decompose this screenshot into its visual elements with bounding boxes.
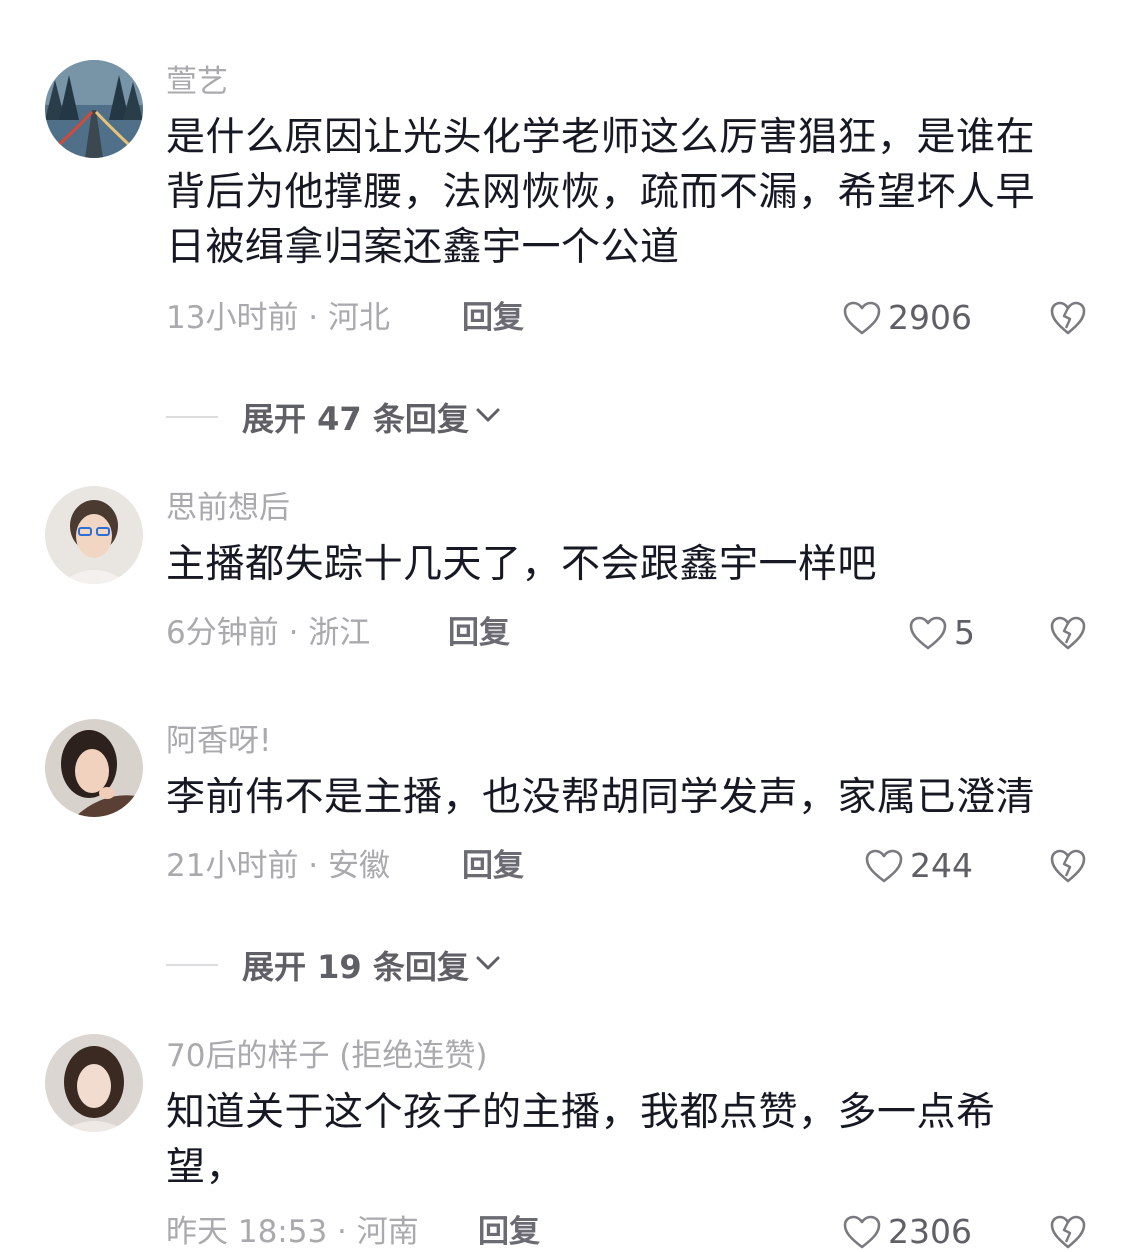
avatar[interactable] bbox=[45, 719, 143, 817]
like-button[interactable]: 5 bbox=[908, 613, 975, 653]
expand-replies-label: 展开 47 条回复 bbox=[242, 400, 469, 438]
dislike-button[interactable] bbox=[1049, 300, 1087, 336]
comment-text: 李前伟不是主播，也没帮胡同学发声，家属已澄清 bbox=[166, 770, 1086, 825]
reply-button[interactable]: 回复 bbox=[478, 1212, 540, 1252]
comment-line: 日被缉拿归案还鑫宇一个公道 bbox=[166, 225, 680, 270]
broken-heart-icon bbox=[1049, 1214, 1087, 1250]
username[interactable]: 70后的样子 (拒绝连赞) bbox=[166, 1036, 488, 1076]
divider bbox=[166, 416, 218, 418]
comment-line: 李前伟不是主播，也没帮胡同学发声，家属已澄清 bbox=[166, 775, 1036, 820]
comment-meta: 6分钟前 · 浙江 bbox=[166, 615, 371, 651]
heart-outline-icon bbox=[864, 848, 904, 884]
username[interactable]: 阿香呀! bbox=[166, 721, 271, 761]
comment-meta: 13小时前 · 河北 bbox=[166, 300, 391, 336]
reply-button[interactable]: 回复 bbox=[448, 613, 510, 653]
comment-line: 是什么原因让光头化学老师这么厉害猖狂，是谁在 bbox=[166, 115, 1036, 160]
heart-outline-icon bbox=[908, 615, 948, 651]
broken-heart-icon bbox=[1049, 615, 1087, 651]
comment-text: 主播都失踪十几天了，不会跟鑫宇一样吧 bbox=[166, 537, 1086, 592]
dislike-button[interactable] bbox=[1049, 848, 1087, 884]
expand-replies-button[interactable]: 展开 19 条回复 bbox=[166, 942, 501, 988]
like-count: 2306 bbox=[888, 1212, 972, 1251]
comment-text: 知道关于这个孩子的主播，我都点赞，多一点希 望， bbox=[166, 1085, 1086, 1195]
username[interactable]: 萱艺 bbox=[166, 62, 228, 102]
broken-heart-icon bbox=[1049, 300, 1087, 336]
dislike-button[interactable] bbox=[1049, 615, 1087, 651]
reply-button[interactable]: 回复 bbox=[462, 298, 524, 338]
like-count: 5 bbox=[954, 613, 975, 652]
broken-heart-icon bbox=[1049, 848, 1087, 884]
comment-line: 知道关于这个孩子的主播，我都点赞，多一点希 bbox=[166, 1090, 996, 1135]
reply-button[interactable]: 回复 bbox=[462, 846, 524, 886]
heart-outline-icon bbox=[842, 300, 882, 336]
comment-line: 背后为他撑腰，法网恢恢，疏而不漏，希望坏人早 bbox=[166, 170, 1036, 215]
comment-line: 主播都失踪十几天了，不会跟鑫宇一样吧 bbox=[166, 542, 878, 587]
like-button[interactable]: 244 bbox=[864, 846, 973, 886]
avatar[interactable] bbox=[45, 486, 143, 584]
avatar[interactable] bbox=[45, 1034, 143, 1132]
comment-text: 是什么原因让光头化学老师这么厉害猖狂，是谁在 背后为他撑腰，法网恢恢，疏而不漏，… bbox=[166, 110, 1086, 275]
comment-meta: 昨天 18:53 · 河南 bbox=[166, 1214, 419, 1250]
chevron-down-icon bbox=[475, 954, 501, 976]
avatar[interactable] bbox=[45, 60, 143, 158]
like-count: 2906 bbox=[888, 298, 972, 337]
like-count: 244 bbox=[910, 846, 973, 885]
divider bbox=[166, 964, 218, 966]
comment-line: 望， bbox=[166, 1145, 246, 1190]
like-button[interactable]: 2306 bbox=[842, 1212, 972, 1252]
expand-replies-label: 展开 19 条回复 bbox=[242, 948, 469, 986]
chevron-down-icon bbox=[475, 406, 501, 428]
expand-replies-button[interactable]: 展开 47 条回复 bbox=[166, 394, 501, 440]
comment-meta: 21小时前 · 安徽 bbox=[166, 848, 391, 884]
username[interactable]: 思前想后 bbox=[166, 488, 290, 528]
dislike-button[interactable] bbox=[1049, 1214, 1087, 1250]
heart-outline-icon bbox=[842, 1214, 882, 1250]
like-button[interactable]: 2906 bbox=[842, 298, 972, 338]
